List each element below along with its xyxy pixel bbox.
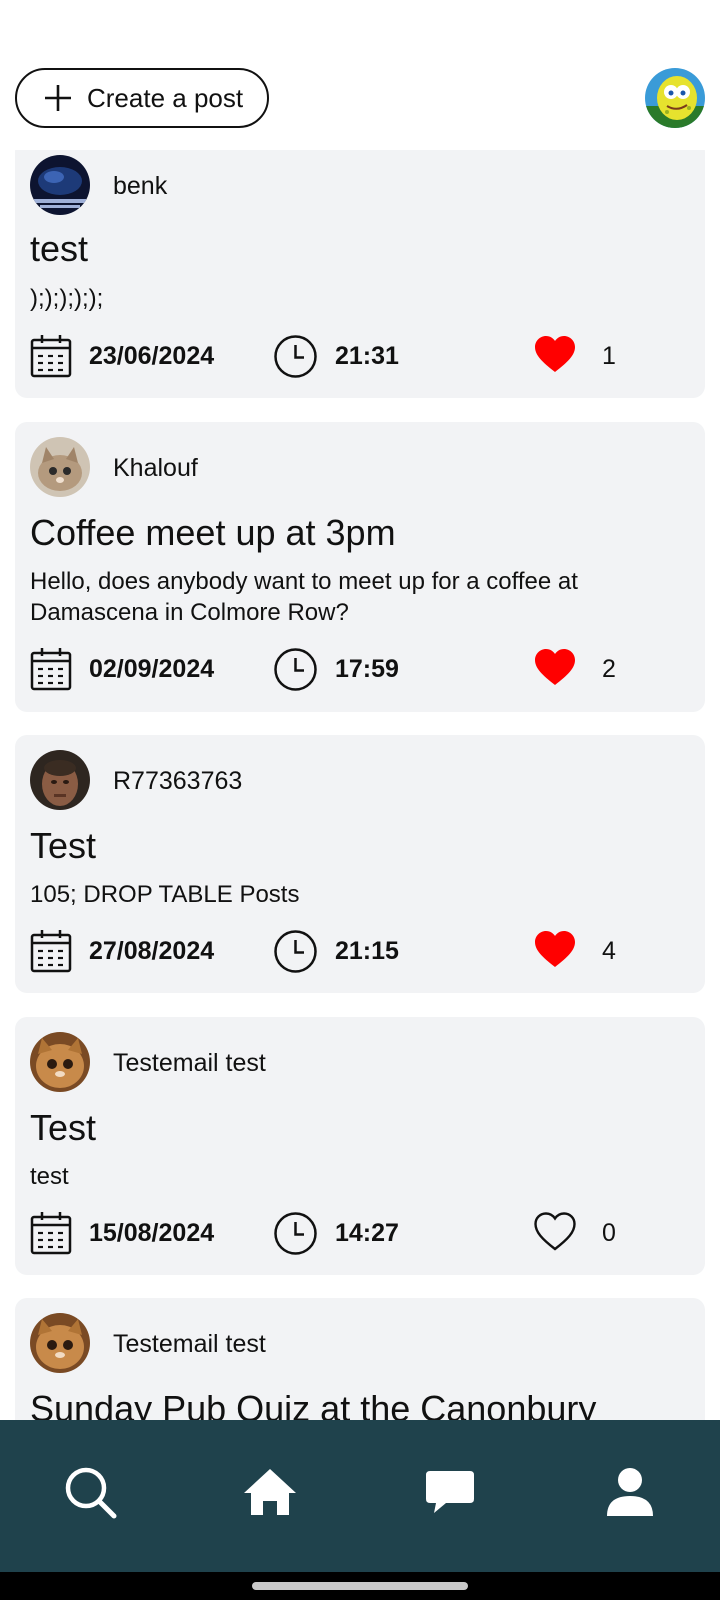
post-title: test — [30, 228, 89, 269]
post-body: Hello, does anybody want to meet up for … — [30, 568, 578, 626]
post-time: 17:59 — [335, 655, 399, 683]
post-time: 21:15 — [335, 937, 399, 965]
plus-icon — [45, 85, 71, 111]
calendar-icon — [30, 930, 72, 973]
post-date: 02/09/2024 — [89, 655, 215, 683]
post-title: Sunday Pub Quiz at the Canonbury — [30, 1388, 597, 1420]
like-count: 2 — [602, 655, 616, 683]
heart-icon[interactable] — [534, 335, 576, 375]
post-card[interactable]: R77363763 Test 105; DROP TABLE Posts 27/… — [15, 735, 705, 993]
post-meta: 15/08/2024 14:27 0 — [30, 1210, 690, 1256]
clock-icon — [274, 648, 317, 691]
clock-icon — [274, 335, 317, 378]
post-author[interactable]: Testemail test — [113, 1330, 266, 1359]
post-body: ););););); — [30, 285, 104, 312]
search-icon — [65, 1467, 117, 1519]
author-avatar[interactable] — [30, 155, 90, 215]
post-card[interactable]: benk test ););););); 23/06/2024 21:31 1 — [15, 150, 705, 398]
heart-icon[interactable] — [534, 648, 576, 688]
profile-icon — [607, 1468, 653, 1516]
nav-messages[interactable] — [418, 1460, 482, 1524]
post-card[interactable]: Testemail test Sunday Pub Quiz at the Ca… — [15, 1298, 705, 1420]
calendar-icon — [30, 648, 72, 691]
chat-icon — [426, 1471, 474, 1513]
system-gesture-bar — [0, 1572, 720, 1600]
author-avatar[interactable] — [30, 1313, 90, 1373]
post-date: 23/06/2024 — [89, 342, 215, 370]
nav-search[interactable] — [58, 1460, 122, 1524]
nav-profile[interactable] — [598, 1460, 662, 1524]
clock-icon — [274, 1212, 317, 1255]
user-avatar[interactable] — [645, 68, 705, 128]
create-post-button[interactable]: Create a post — [15, 68, 269, 128]
bottom-navigation — [0, 1420, 720, 1572]
post-time: 14:27 — [335, 1219, 399, 1247]
post-author[interactable]: benk — [113, 172, 167, 201]
post-meta: 02/09/2024 17:59 2 — [30, 646, 690, 692]
home-icon — [244, 1469, 296, 1515]
post-feed[interactable]: benk test ););););); 23/06/2024 21:31 1 … — [15, 150, 705, 1420]
heart-icon[interactable] — [534, 930, 576, 970]
author-avatar[interactable] — [30, 750, 90, 810]
calendar-icon — [30, 1212, 72, 1255]
post-meta: 23/06/2024 21:31 1 — [30, 333, 690, 379]
post-date: 15/08/2024 — [89, 1219, 215, 1247]
post-time: 21:31 — [335, 342, 399, 370]
clock-icon — [274, 930, 317, 973]
post-card[interactable]: Testemail test Test test 15/08/2024 14:2… — [15, 1017, 705, 1275]
nav-home[interactable] — [238, 1460, 302, 1524]
post-meta: 27/08/2024 21:15 4 — [30, 928, 690, 974]
post-title: Test — [30, 1107, 97, 1148]
author-avatar[interactable] — [30, 1032, 90, 1092]
post-author[interactable]: Khalouf — [113, 454, 198, 483]
like-count: 0 — [602, 1219, 616, 1247]
create-post-label: Create a post — [87, 82, 244, 113]
post-date: 27/08/2024 — [89, 937, 215, 965]
screen: Create a post benk test););););); 23/06… — [0, 0, 720, 1600]
post-author[interactable]: Testemail test — [113, 1049, 266, 1078]
post-title: Coffee meet up at 3pm — [30, 512, 396, 553]
post-author[interactable]: R77363763 — [113, 767, 242, 796]
post-title: Test — [30, 825, 97, 866]
like-count: 4 — [602, 937, 616, 965]
post-card[interactable]: Khalouf Coffee meet up at 3pm Hello, doe… — [15, 422, 705, 712]
calendar-icon — [30, 335, 72, 378]
post-body: 105; DROP TABLE Posts — [30, 881, 300, 908]
like-count: 1 — [602, 342, 616, 370]
post-body: test — [30, 1163, 69, 1190]
home-indicator[interactable] — [252, 1582, 468, 1590]
author-avatar[interactable] — [30, 437, 90, 497]
heart-outline-icon[interactable] — [534, 1212, 576, 1252]
